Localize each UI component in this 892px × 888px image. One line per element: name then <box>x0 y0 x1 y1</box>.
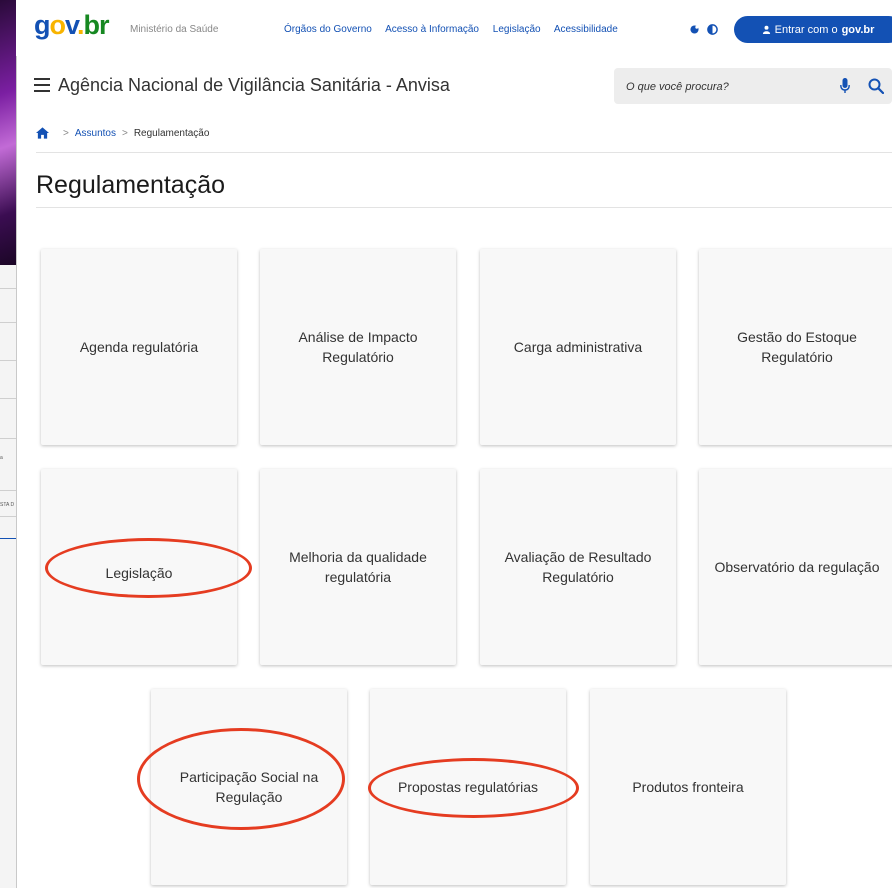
govbr-logo[interactable]: gov.br <box>34 10 110 40</box>
breadcrumb-separator: > <box>121 127 128 139</box>
background-divider <box>0 438 16 439</box>
card-label: Gestão do Estoque Regulatório <box>737 329 857 365</box>
link-acesso-informacao[interactable]: Acesso à Informação <box>385 24 479 35</box>
card-avaliacao-resultado[interactable]: Avaliação de Resultado Regulatório <box>480 469 676 665</box>
page-title: Regulamentação <box>36 171 226 199</box>
logo-letter: o <box>49 10 66 40</box>
card-label: Legislação <box>105 565 173 581</box>
card-carga-administrativa[interactable]: Carga administrativa <box>480 249 676 445</box>
background-hero-image <box>0 0 16 265</box>
divider <box>36 152 892 153</box>
contrast-icon[interactable] <box>707 24 718 35</box>
link-legislacao[interactable]: Legislação <box>493 24 541 35</box>
gov-links: Órgãos do Governo Acesso à Informação Le… <box>284 24 629 35</box>
background-divider <box>0 516 16 517</box>
card-participacao-social[interactable]: Participação Social na Regulação <box>151 689 347 885</box>
background-accent-line <box>0 538 16 539</box>
background-divider <box>0 322 16 323</box>
site-nav: Agência Nacional de Vigilância Sanitária… <box>16 60 892 108</box>
card-gestao-estoque[interactable]: Gestão do Estoque Regulatório <box>699 249 892 445</box>
card-produtos-fronteira[interactable]: Produtos fronteira <box>590 689 786 885</box>
card-label: Agenda regulatória <box>79 339 199 355</box>
breadcrumb-assuntos[interactable]: Assuntos <box>75 128 116 139</box>
background-text: a <box>0 455 3 461</box>
card-label: Melhoria da qualidade regulatória <box>289 549 427 585</box>
background-window: a STA D <box>0 0 17 888</box>
card-label: Avaliação de Resultado Regulatório <box>504 549 652 585</box>
card-label: Produtos fronteira <box>632 779 744 795</box>
login-brand: gov.br <box>841 23 875 36</box>
gov-header: gov.br Ministério da Saúde Órgãos do Gov… <box>16 0 892 56</box>
link-acessibilidade[interactable]: Acessibilidade <box>554 24 618 35</box>
link-orgaos-governo[interactable]: Órgãos do Governo <box>284 24 372 35</box>
background-divider <box>0 360 16 361</box>
ministry-label: Ministério da Saúde <box>130 24 219 35</box>
breadcrumb: > Assuntos > Regulamentação <box>36 127 209 139</box>
card-legislacao[interactable]: Legislação <box>41 469 237 665</box>
user-icon <box>762 25 770 34</box>
breadcrumb-current: Regulamentação <box>133 127 210 139</box>
card-analise-impacto[interactable]: Análise de Impacto Regulatório <box>260 249 456 445</box>
search-input[interactable] <box>624 77 818 97</box>
logo-letter: br <box>83 10 110 40</box>
background-divider <box>0 398 16 399</box>
card-melhoria-qualidade[interactable]: Melhoria da qualidade regulatória <box>260 469 456 665</box>
card-label: Carga administrativa <box>513 339 643 355</box>
menu-icon[interactable] <box>34 78 50 92</box>
logo-letter: g <box>34 10 50 40</box>
login-button[interactable]: Entrar com o gov.br <box>734 16 892 43</box>
site-title[interactable]: Agência Nacional de Vigilância Sanitária… <box>58 75 450 96</box>
card-label: Análise de Impacto Regulatório <box>298 329 418 365</box>
card-label: Participação Social na Regulação <box>179 769 319 805</box>
logo-letter: v <box>65 10 78 40</box>
breadcrumb-separator: > <box>63 127 69 139</box>
card-observatorio[interactable]: Observatório da regulação <box>699 469 892 665</box>
login-prefix: Entrar com o <box>774 23 838 36</box>
home-icon[interactable] <box>36 127 49 139</box>
background-divider <box>0 288 16 289</box>
background-divider <box>0 490 16 491</box>
divider <box>36 207 892 208</box>
background-text: STA D <box>0 502 15 508</box>
microphone-icon[interactable] <box>840 78 850 94</box>
card-propostas-regulatorias[interactable]: Propostas regulatórias <box>370 689 566 885</box>
search-box <box>614 68 892 104</box>
card-label: Observatório da regulação <box>714 559 880 575</box>
card-agenda-regulatoria[interactable]: Agenda regulatória <box>41 249 237 445</box>
search-icon[interactable] <box>868 78 884 94</box>
card-label: Propostas regulatórias <box>397 779 539 795</box>
cookie-icon[interactable] <box>690 25 699 34</box>
